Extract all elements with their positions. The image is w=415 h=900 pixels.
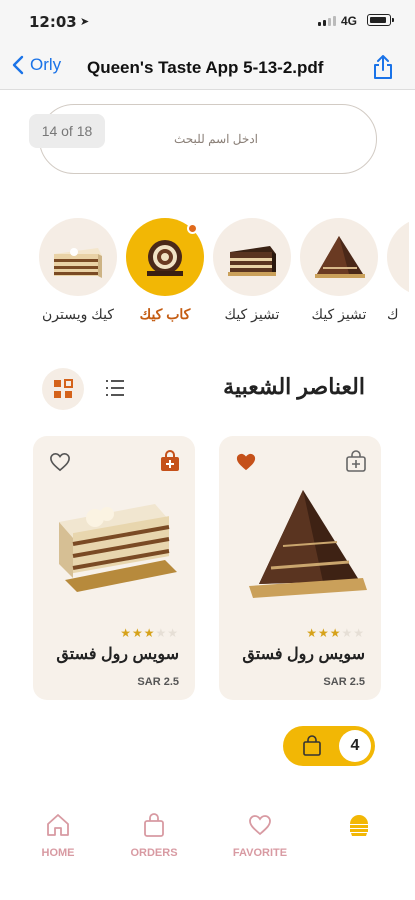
category-label: كيك ويسترن (42, 306, 114, 322)
pdf-toolbar: Orly Queen's Taste App 5-13-2.pdf (0, 44, 415, 90)
heart-outline-icon[interactable] (49, 452, 71, 472)
tab-label: FAVORITE (232, 847, 288, 859)
section-title: العناصر الشعبية (223, 374, 365, 399)
category-label: تشيز كيك (311, 306, 367, 322)
tab-orders[interactable]: ORDERS (114, 812, 194, 859)
product-image (59, 504, 177, 592)
product-card[interactable]: ★★★★★ سويس رول فستق SAR 2.5 (219, 436, 381, 700)
list-view-icon[interactable] (104, 377, 126, 399)
category-label: تشيز كيك (224, 306, 280, 322)
product-name: سويس رول فستق (56, 646, 179, 663)
battery-icon (367, 14, 394, 26)
tab-label: HOME (41, 847, 75, 859)
rating-stars: ★★★★★ (120, 626, 179, 640)
product-card[interactable]: ★★★★★ سويس رول فستق SAR 2.5 (33, 436, 195, 700)
category-item-western-cake[interactable]: كيك ويسترن (39, 218, 117, 323)
heart-icon (249, 815, 271, 836)
bag-icon (303, 735, 321, 756)
product-name: سويس رول فستق (242, 646, 365, 663)
status-bar: 12:03 ➤ 4G (0, 0, 415, 44)
product-price: SAR 2.5 (323, 676, 365, 688)
category-label: ك (387, 306, 399, 322)
location-arrow-icon: ➤ (80, 16, 90, 28)
cart-button[interactable]: 4 (283, 726, 375, 766)
cart-count-badge: 4 (339, 730, 371, 762)
heart-filled-icon[interactable] (235, 452, 257, 472)
category-item-cheesecake[interactable]: تشيز كيك (213, 218, 291, 323)
product-price: SAR 2.5 (137, 676, 179, 688)
tab-label: ORDERS (130, 847, 178, 859)
shop-icon (350, 815, 368, 836)
category-image (39, 218, 117, 296)
document-title: Queen's Taste App 5-13-2.pdf (87, 58, 324, 77)
status-time: 12:03 (29, 13, 77, 31)
tab-label: SHOP (343, 847, 375, 859)
category-item-cheesecake-2[interactable]: تشيز كيك (300, 218, 378, 323)
grid-icon (54, 379, 73, 398)
grid-view-button[interactable] (42, 368, 84, 410)
category-image (300, 218, 378, 296)
network-type: 4G (341, 14, 358, 28)
notification-dot (187, 223, 198, 234)
app-page: ادخل اسم للبحث 14 of 18 كيك ويسترن كاب ك… (6, 90, 409, 785)
tab-favorite[interactable]: FAVORITE (220, 812, 300, 859)
chevron-left-icon (12, 55, 24, 75)
category-item-cupcake[interactable]: كاب كيك (126, 218, 204, 323)
add-to-cart-icon[interactable] (345, 450, 367, 472)
signal-icon (318, 15, 336, 26)
rating-stars: ★★★★★ (306, 626, 365, 640)
category-image (126, 218, 204, 296)
tab-home[interactable]: HOME (18, 812, 98, 859)
category-item-partial[interactable]: ك (387, 218, 409, 323)
bag-icon (144, 813, 164, 837)
back-label: Orly (30, 55, 62, 74)
search-input[interactable]: ادخل اسم للبحث (174, 132, 258, 146)
category-image (213, 218, 291, 296)
page-indicator: 14 of 18 (29, 114, 105, 148)
back-button[interactable]: Orly (12, 55, 61, 75)
add-to-cart-icon[interactable] (159, 450, 181, 472)
share-icon[interactable] (372, 54, 394, 80)
product-image (249, 490, 367, 598)
tab-shop[interactable]: SHOP (319, 812, 399, 859)
home-indicator (133, 880, 283, 885)
category-label: كاب كيك (139, 306, 191, 322)
category-image (387, 218, 409, 296)
home-icon (47, 814, 69, 836)
